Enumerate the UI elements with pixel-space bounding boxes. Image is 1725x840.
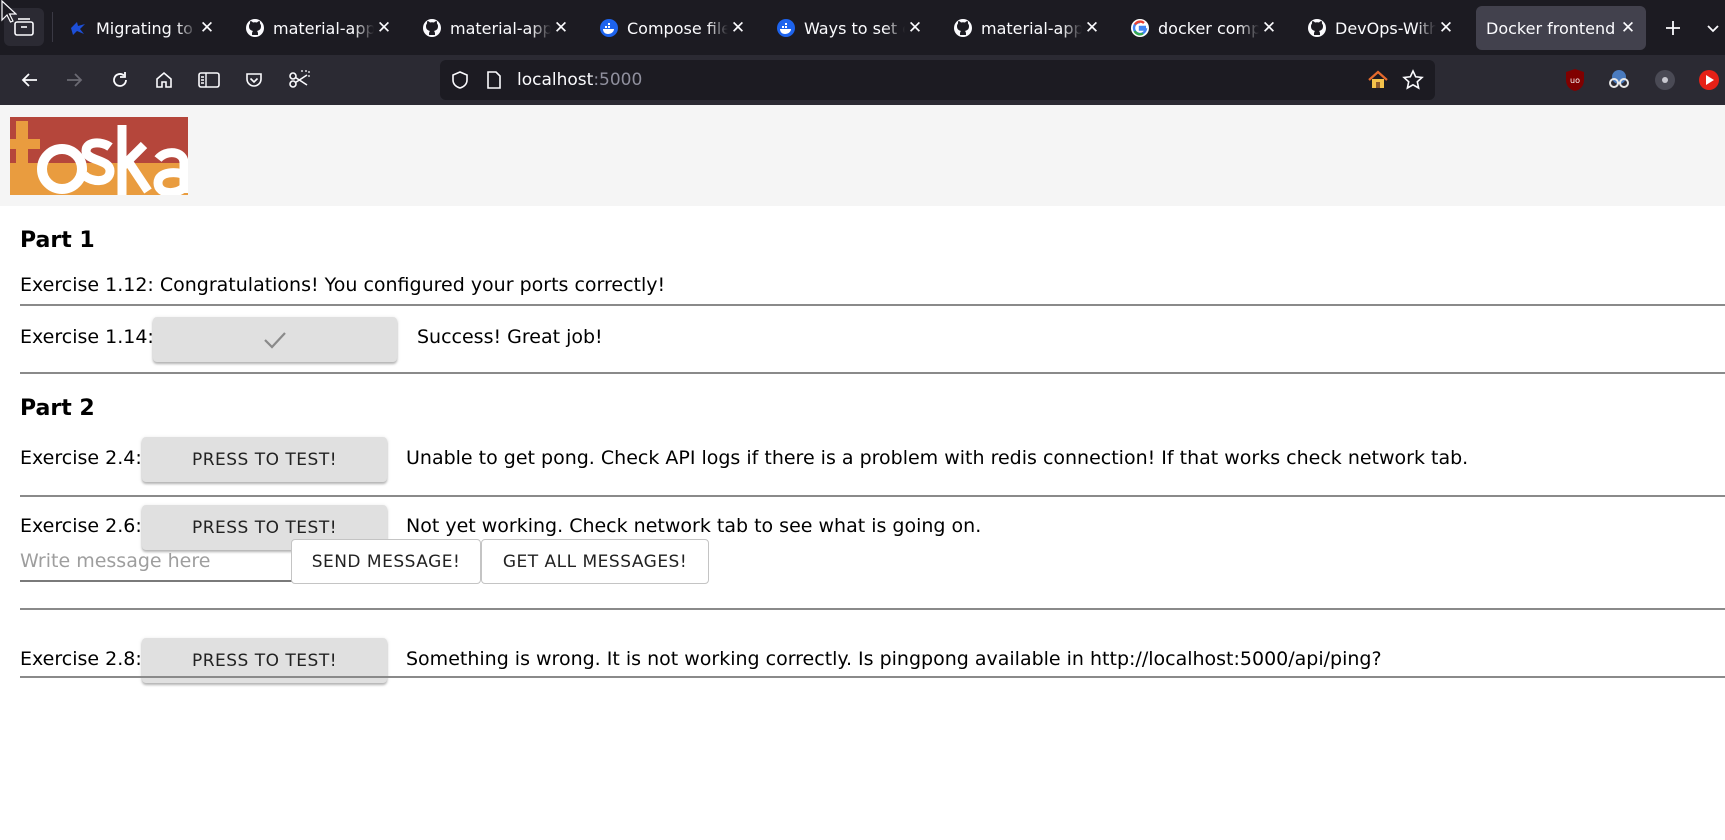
forward-arrow-icon xyxy=(67,73,83,87)
list-all-tabs-button[interactable] xyxy=(1700,12,1725,44)
mouse-cursor-icon xyxy=(1,0,17,23)
app-header: toska xyxy=(0,105,1725,206)
glasses-icon xyxy=(1609,70,1629,88)
new-tab-button[interactable] xyxy=(1656,12,1690,44)
circle-extension-button[interactable] xyxy=(1651,66,1679,94)
close-tab-icon[interactable]: ✕ xyxy=(1259,18,1279,38)
reload-icon xyxy=(113,72,127,87)
divider xyxy=(20,608,1725,610)
tab-ways-to-set[interactable]: Ways to set en ✕ xyxy=(768,6,933,50)
tab-title: Migrating to D xyxy=(96,18,197,38)
exercise-2-4-test-button[interactable]: PRESS TO TEST! xyxy=(142,437,387,482)
exercise-2-8-status: Something is wrong. It is not working co… xyxy=(406,648,1382,670)
sidebar-button[interactable] xyxy=(193,64,225,96)
google-icon xyxy=(1130,18,1150,38)
tab-material-2[interactable]: material-appli ✕ xyxy=(414,6,579,50)
url-host: localhost xyxy=(517,70,594,90)
docker-icon xyxy=(776,18,796,38)
close-tab-icon[interactable]: ✕ xyxy=(1082,18,1102,38)
blue-bird-icon xyxy=(68,18,88,38)
close-tab-icon[interactable]: ✕ xyxy=(374,18,394,38)
ublock-shield-icon: uo xyxy=(1566,69,1584,91)
close-tab-icon[interactable]: ✕ xyxy=(551,18,571,38)
url-text: localhost:5000 xyxy=(517,70,642,90)
github-icon xyxy=(1307,18,1327,38)
tab-divider xyxy=(52,12,53,42)
exercise-2-4-status: Unable to get pong. Check API logs if th… xyxy=(406,447,1469,469)
address-bar[interactable]: localhost:5000 xyxy=(440,60,1435,100)
exercise-1-12-text: Exercise 1.12: Congratulations! You conf… xyxy=(20,274,666,296)
exercise-2-6-label: Exercise 2.6: xyxy=(20,515,142,537)
play-icon xyxy=(1699,70,1719,90)
tab-devops[interactable]: DevOps-With ✕ xyxy=(1299,6,1464,50)
docker-icon xyxy=(599,18,619,38)
tab-bar: Migrating to D ✕ material-appli ✕ materi… xyxy=(0,0,1725,55)
checkmark-icon xyxy=(264,331,286,349)
home-button[interactable] xyxy=(148,64,180,96)
home-icon xyxy=(156,71,172,88)
exercise-1-14-label: Exercise 1.14: xyxy=(20,326,154,348)
part2-heading: Part 2 xyxy=(20,396,95,421)
reload-button[interactable] xyxy=(104,64,136,96)
bookmark-star-icon[interactable] xyxy=(1402,69,1424,91)
exercise-2-8-label: Exercise 2.8: xyxy=(20,648,142,670)
send-message-button[interactable]: SEND MESSAGE! xyxy=(291,539,481,584)
divider xyxy=(20,495,1725,497)
screenshot-button[interactable] xyxy=(283,64,315,96)
tab-title: material-appli xyxy=(450,18,551,38)
ublock-extension-button[interactable]: uo xyxy=(1561,66,1589,94)
pocket-button[interactable] xyxy=(238,64,270,96)
github-icon xyxy=(245,18,265,38)
close-tab-icon[interactable]: ✕ xyxy=(1436,18,1456,38)
scissors-icon xyxy=(289,70,310,88)
youtube-extension-button[interactable] xyxy=(1695,66,1723,94)
pocket-icon xyxy=(246,73,262,87)
close-tab-icon[interactable]: ✕ xyxy=(728,18,748,38)
tab-docker-compose[interactable]: docker compo ✕ xyxy=(1122,6,1287,50)
tab-compose-file[interactable]: Compose file v ✕ xyxy=(591,6,756,50)
tab-title: Compose file v xyxy=(627,18,728,38)
message-input[interactable] xyxy=(20,542,292,582)
url-port: :5000 xyxy=(593,70,643,90)
tab-title: docker compo xyxy=(1158,18,1259,38)
toska-logo: toska xyxy=(10,117,188,195)
home-page-icon[interactable] xyxy=(1367,69,1389,91)
svg-text:uo: uo xyxy=(1570,76,1580,85)
close-tab-icon[interactable]: ✕ xyxy=(905,18,925,38)
github-icon xyxy=(422,18,442,38)
divider xyxy=(20,304,1725,306)
part1-heading: Part 1 xyxy=(20,228,95,253)
back-arrow-icon xyxy=(21,73,37,87)
page-content: toska Part 1 Exercise 1.12: Congratulati… xyxy=(0,105,1725,840)
tab-migrating[interactable]: Migrating to D ✕ xyxy=(60,6,225,50)
plus-icon xyxy=(1666,21,1680,35)
tab-docker-frontend[interactable]: Docker frontend ✕ xyxy=(1476,6,1646,50)
tab-material-3[interactable]: material-appli ✕ xyxy=(945,6,1110,50)
divider xyxy=(20,372,1725,374)
exercise-1-14-status: Success! Great job! xyxy=(417,326,603,348)
shield-icon[interactable] xyxy=(450,70,470,90)
forward-button[interactable] xyxy=(58,64,90,96)
page-icon[interactable] xyxy=(486,71,502,89)
navigation-toolbar: localhost:5000 uo xyxy=(0,55,1725,105)
back-button[interactable] xyxy=(14,64,46,96)
chevron-down-icon xyxy=(1706,25,1719,33)
tab-title: DevOps-With xyxy=(1335,18,1436,38)
exercise-2-6-status: Not yet working. Check network tab to se… xyxy=(406,515,982,537)
get-all-messages-button[interactable]: GET ALL MESSAGES! xyxy=(481,539,709,584)
tab-material-1[interactable]: material-appli ✕ xyxy=(237,6,402,50)
tab-title: Docker frontend xyxy=(1486,18,1616,38)
tab-title: material-appli xyxy=(981,18,1082,38)
tab-title: Ways to set en xyxy=(804,18,905,38)
close-tab-icon[interactable]: ✕ xyxy=(1618,18,1638,38)
tab-title: material-appli xyxy=(273,18,374,38)
github-icon xyxy=(953,18,973,38)
dot-circle-icon xyxy=(1655,70,1675,90)
exercise-2-4-label: Exercise 2.4: xyxy=(20,447,142,469)
close-tab-icon[interactable]: ✕ xyxy=(197,18,217,38)
divider xyxy=(20,676,1725,678)
privacy-extension-button[interactable] xyxy=(1605,66,1633,94)
exercise-1-14-button[interactable] xyxy=(153,317,397,362)
sidebar-icon xyxy=(198,72,220,88)
